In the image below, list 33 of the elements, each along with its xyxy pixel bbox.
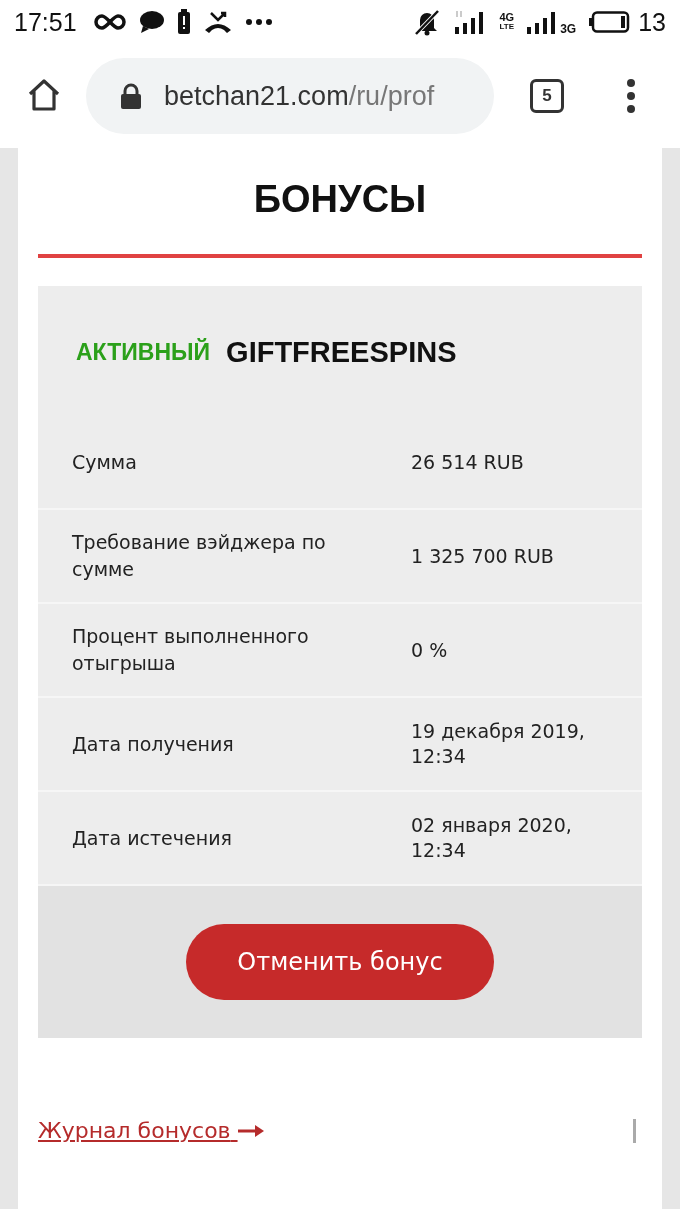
lock-icon <box>120 83 142 109</box>
row-value: 26 514 RUB <box>411 449 525 475</box>
row-label: Сумма <box>72 449 138 475</box>
battery-alert-icon <box>176 9 191 35</box>
battery-icon <box>588 11 631 33</box>
menu-icon[interactable] <box>626 78 636 114</box>
cancel-bonus-button[interactable]: Отменить бонус <box>186 924 494 1000</box>
signal-icon <box>526 10 557 34</box>
row-label: Дата получения <box>72 731 235 757</box>
row-label: Процент выполненного отыгрыша <box>72 624 310 676</box>
chat-icon <box>138 10 165 34</box>
arrow-right-icon <box>237 1124 264 1137</box>
battery-level: 13 <box>638 7 666 37</box>
network-type: 3G <box>560 22 577 36</box>
muted-bell-icon <box>413 8 442 36</box>
row-value: 0 % <box>411 637 449 663</box>
row-label: Дата истечения <box>72 825 233 851</box>
row-value: 19 декабря 2019, 12:34 <box>411 719 586 769</box>
tab-count-button[interactable]: 5 <box>530 79 564 113</box>
row-value: 02 января 2020, 12:34 <box>411 813 573 863</box>
bonus-status: АКТИВНЫЙ <box>76 338 211 366</box>
more-icon <box>244 18 273 26</box>
network-type: 4G LTE <box>499 12 515 32</box>
url-text: betchan21.com/ru/prof <box>164 80 435 112</box>
address-bar[interactable]: betchan21.com/ru/prof <box>86 58 494 134</box>
row-label: Требование вэйджера по сумме <box>72 530 327 582</box>
status-time: 17:51 <box>14 7 77 37</box>
cursor-mark <box>633 1118 636 1143</box>
infinity-icon <box>92 12 127 32</box>
bonus-code: GIFTFREESPINS <box>226 335 457 369</box>
row-value: 1 325 700 RUB <box>411 543 555 569</box>
page-title: БОНУСЫ <box>252 177 428 222</box>
bonus-history-link[interactable]: Журнал бонусов <box>38 1118 264 1143</box>
